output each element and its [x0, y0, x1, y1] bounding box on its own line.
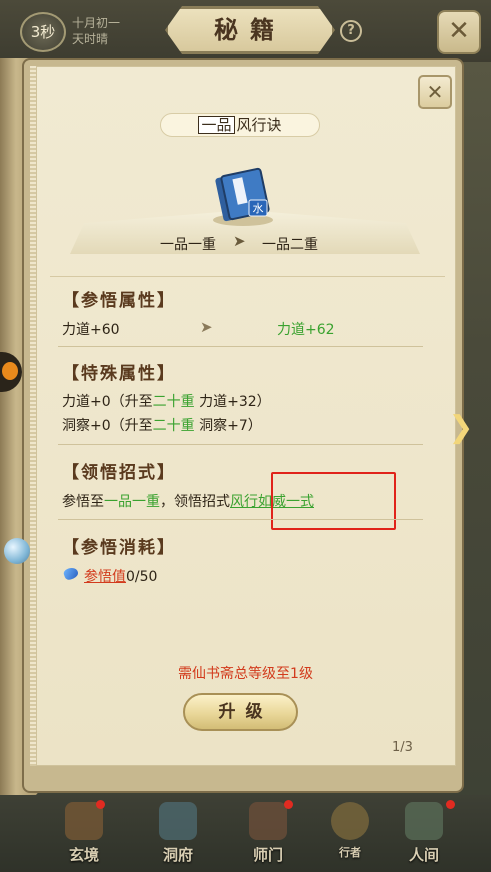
notification-dot [446, 800, 455, 809]
notification-dot [96, 800, 105, 809]
moves-text: 参悟至 [62, 494, 104, 510]
nav-label: 行者 [339, 846, 361, 859]
insight-attr-next: 力道+62 [277, 322, 335, 338]
skill-book-icon: 水 [213, 167, 273, 226]
page-title: 秘籍 [165, 6, 335, 54]
nav-item-renjian[interactable]: 人间 [396, 802, 452, 868]
upgrade-button[interactable]: 升级 [183, 693, 298, 731]
special-attr-title: 【特殊属性】 [62, 364, 176, 384]
nav-item-dongfu[interactable]: 洞府 [150, 802, 206, 868]
nav-label: 师门 [252, 846, 283, 864]
weather-text: 天时晴 [72, 32, 109, 46]
special-attr-text: 洞察+0（升至 [62, 418, 153, 434]
cave-icon [159, 802, 197, 840]
nav-label: 人间 [408, 846, 439, 864]
nav-item-xuanjing[interactable]: 玄境 [56, 802, 112, 868]
skill-name-tag: 一品 风行诀 [160, 113, 320, 137]
grade-badge: 一品 [198, 116, 235, 134]
cost-item-link[interactable]: 参悟值 [84, 569, 126, 585]
next-page-arrow-icon[interactable]: ❯ [441, 408, 481, 448]
grade-arrow-icon: ➤ [233, 232, 246, 250]
special-attr-level: 二十重 [152, 418, 195, 434]
notification-dot [284, 800, 293, 809]
skill-name: 风行诀 [236, 116, 282, 134]
section-divider [58, 519, 423, 520]
cost-row: 参悟值0/50 [84, 566, 157, 586]
close-button[interactable]: ✕ [437, 10, 481, 54]
moves-grade: 一品一重 [104, 494, 160, 510]
attr-arrow-icon: ➤ [200, 318, 213, 336]
traveler-icon [331, 802, 369, 840]
special-attr-row: 力道+0（升至二十重 力道+32） [62, 391, 271, 411]
world-icon [405, 802, 443, 840]
special-attr-level: 二十重 [152, 394, 195, 410]
current-grade: 一品一重 [160, 237, 216, 253]
special-attr-text: 洞察+7） [194, 418, 262, 434]
next-grade: 一品二重 [262, 237, 318, 253]
requirement-text: 需仙书斋总等级至1级 [178, 666, 313, 682]
timer-badge: 3秒 [20, 12, 66, 52]
special-attr-text: 力道+0（升至 [62, 394, 153, 410]
nav-item-xingzhe[interactable]: 行者 [322, 802, 378, 868]
help-icon[interactable]: ? [340, 20, 362, 42]
header-divider [50, 276, 445, 277]
page-indicator: 1/3 [392, 740, 413, 755]
highlight-box [271, 472, 396, 530]
special-attr-row: 洞察+0（升至二十重 洞察+7） [62, 415, 262, 435]
nav-label: 洞府 [162, 846, 193, 864]
insight-attr-title: 【参悟属性】 [62, 291, 176, 311]
nav-label: 玄境 [68, 846, 99, 864]
collapse-icon[interactable]: ✕ [418, 75, 452, 109]
section-divider [58, 346, 423, 347]
special-attr-text: 力道+32） [194, 394, 271, 410]
cost-amount: 0/50 [126, 569, 158, 585]
moves-text: ，领悟招式 [160, 494, 230, 510]
orb-icon [4, 538, 30, 564]
moves-title: 【领悟招式】 [62, 463, 176, 483]
nav-item-shimen[interactable]: 师门 [240, 802, 296, 868]
insight-attr-current: 力道+60 [62, 322, 120, 338]
cost-title: 【参悟消耗】 [62, 538, 176, 558]
section-divider [58, 444, 423, 445]
element-label: 水 [253, 202, 264, 215]
date-text: 十月初一 [72, 16, 121, 30]
sect-icon [249, 802, 287, 840]
